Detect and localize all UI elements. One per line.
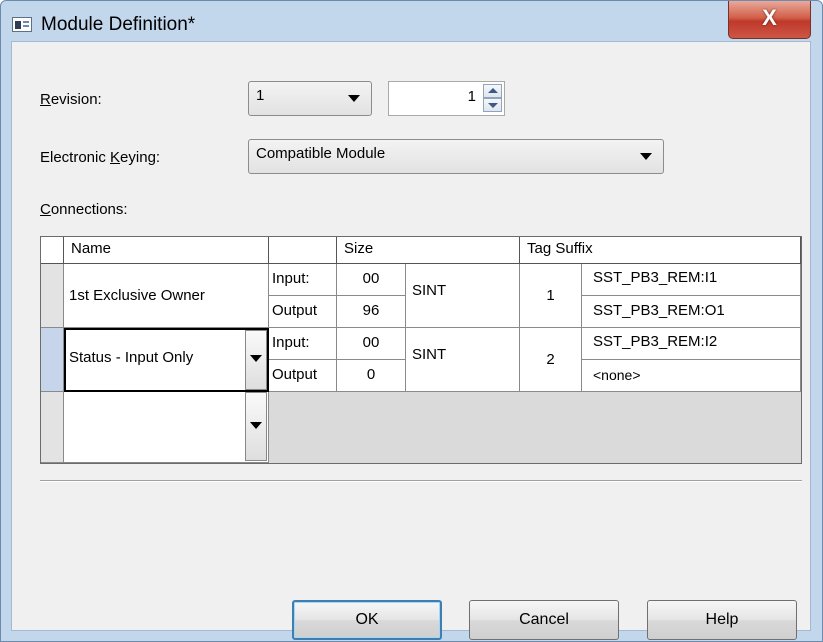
module-definition-icon [12,17,32,32]
electronic-keying-value: Compatible Module [256,145,386,162]
connection-name-dropdown[interactable]: Status - Input Only [64,328,269,392]
spin-up-icon[interactable] [483,84,502,98]
tag-suffix-output-cell: <none> [582,360,801,392]
new-connection-dropdown[interactable] [64,392,269,463]
electronic-keying-label: Electronic Keying: [40,149,161,166]
row-selector-new[interactable] [41,392,64,463]
close-icon: X [762,5,777,30]
connection-name-cell[interactable]: 1st Exclusive Owner [64,264,269,328]
data-type-cell: SINT [406,328,520,392]
separator [40,480,802,482]
connections-grid[interactable]: Name Size Tag Suffix 1st Exclusive Owner… [40,236,802,464]
output-label: Output [269,296,337,328]
input-label: Input: [269,264,337,296]
title-bar[interactable]: Module Definition* X [1,1,822,41]
chevron-down-icon [348,95,360,102]
connections-label: Connections: [40,201,128,218]
close-button[interactable]: X [728,1,811,39]
column-header-blank [269,237,337,264]
electronic-keying-dropdown[interactable]: Compatible Module [248,139,664,174]
row-header-corner [41,237,64,264]
data-type-cell: SINT [406,264,520,328]
window-title: Module Definition* [41,14,196,35]
revision-major-value: 1 [256,87,265,104]
input-size-cell[interactable]: 00 [337,328,406,360]
output-size-cell[interactable]: 96 [337,296,406,328]
column-header-tag-suffix: Tag Suffix [520,237,801,264]
revision-minor-spinner[interactable]: 1 [388,81,505,116]
output-label: Output [269,360,337,392]
input-size-cell[interactable]: 00 [337,264,406,296]
tag-suffix-output-cell: SST_PB3_REM:O1 [582,296,801,328]
input-label: Input: [269,328,337,360]
tag-suffix-input-cell: SST_PB3_REM:I1 [582,264,801,296]
chevron-down-icon[interactable] [245,330,267,390]
cancel-button[interactable]: Cancel [469,600,619,640]
column-header-size: Size [337,237,520,264]
dialog-body: Revision: 1 1 Electronic Keying: Compati… [11,41,811,640]
dialog-window: Module Definition* X Revision: 1 1 Elect… [0,0,823,642]
column-header-name: Name [64,237,269,264]
ok-button[interactable]: OK [292,600,442,640]
row-selector[interactable] [41,264,64,328]
help-button[interactable]: Help [647,600,797,640]
spin-down-icon[interactable] [483,98,502,112]
row-selector-selected[interactable] [41,328,64,392]
connection-name-value: Status - Input Only [69,349,194,366]
revision-minor-value: 1 [467,88,476,105]
chevron-down-icon[interactable] [245,392,267,461]
connection-number-cell: 2 [520,328,582,392]
revision-major-dropdown[interactable]: 1 [248,81,372,116]
output-size-cell[interactable]: 0 [337,360,406,392]
chevron-down-icon [640,153,652,160]
connection-number-cell: 1 [520,264,582,328]
revision-label: Revision: [40,91,102,108]
tag-suffix-input-cell: SST_PB3_REM:I2 [582,328,801,360]
